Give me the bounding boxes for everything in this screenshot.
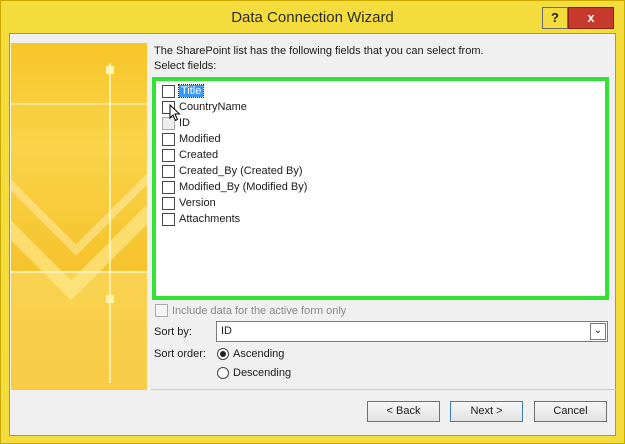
instruction-text: The SharePoint list has the following fi… xyxy=(154,45,484,57)
field-checkbox[interactable] xyxy=(162,84,175,98)
descending-option[interactable]: Descending xyxy=(217,367,291,379)
include-data-checkbox[interactable] xyxy=(155,304,168,317)
ascending-label: Ascending xyxy=(233,348,285,360)
next-button[interactable]: Next > xyxy=(450,401,523,422)
back-button[interactable]: < Back xyxy=(367,401,440,422)
field-label: CountryName xyxy=(179,101,247,113)
field-item-version[interactable]: Version xyxy=(162,195,216,211)
field-item-attachments[interactable]: Attachments xyxy=(162,211,240,227)
fields-list[interactable]: Title CountryName ID Modified Created Cr… xyxy=(152,77,609,300)
field-label: Title xyxy=(177,84,205,98)
descending-label: Descending xyxy=(233,367,292,379)
field-label: Attachments xyxy=(179,213,241,225)
wizard-side-graphic xyxy=(11,43,147,390)
field-label: Version xyxy=(179,197,216,209)
field-checkbox[interactable] xyxy=(162,180,175,194)
field-label: Created_By (Created By) xyxy=(179,165,303,177)
window-title: Data Connection Wizard xyxy=(231,9,394,26)
field-label: Created xyxy=(179,149,219,161)
help-button[interactable]: ? xyxy=(542,7,568,29)
cancel-button[interactable]: Cancel xyxy=(534,401,607,422)
include-data-option[interactable]: Include data for the active form only xyxy=(155,304,346,317)
title-bar[interactable]: Data Connection Wizard ? x xyxy=(1,1,624,33)
field-item-modified[interactable]: Modified xyxy=(162,131,221,147)
mouse-cursor-icon xyxy=(169,104,181,122)
field-checkbox[interactable] xyxy=(162,212,175,226)
field-item-created-by[interactable]: Created_By (Created By) xyxy=(162,163,303,179)
ascending-option[interactable]: Ascending xyxy=(217,348,284,360)
chevron-down-icon[interactable]: ⌄ xyxy=(590,323,606,340)
sort-by-dropdown[interactable]: ID ⌄ xyxy=(216,321,608,342)
sort-order-label: Sort order: xyxy=(154,348,206,360)
field-checkbox[interactable] xyxy=(162,196,175,210)
sort-by-label: Sort by: xyxy=(154,326,192,338)
field-item-created[interactable]: Created xyxy=(162,147,218,163)
field-label: Modified xyxy=(179,133,221,145)
ascending-radio[interactable] xyxy=(217,348,229,360)
field-item-modified-by[interactable]: Modified_By (Modified By) xyxy=(162,179,307,195)
include-data-label: Include data for the active form only xyxy=(172,304,347,317)
wizard-window: Data Connection Wizard ? x The SharePoin… xyxy=(0,0,625,444)
field-item-title[interactable]: Title xyxy=(162,83,205,99)
descending-radio[interactable] xyxy=(217,367,229,379)
sort-by-value: ID xyxy=(221,325,232,337)
footer-divider xyxy=(151,389,616,390)
field-checkbox[interactable] xyxy=(162,148,175,162)
field-checkbox[interactable] xyxy=(162,164,175,178)
close-button[interactable]: x xyxy=(568,7,614,29)
field-checkbox[interactable] xyxy=(162,132,175,146)
select-fields-label: Select fields: xyxy=(154,60,217,72)
field-label: Modified_By (Modified By) xyxy=(179,181,308,193)
